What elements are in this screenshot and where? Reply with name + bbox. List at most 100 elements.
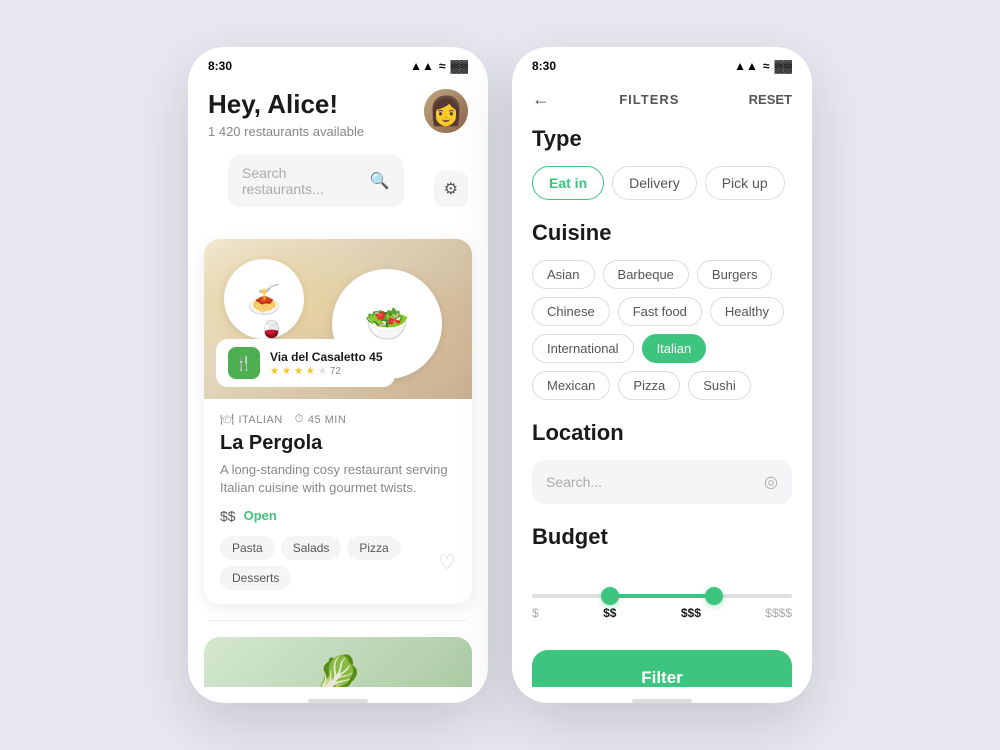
location-pin-icon: ◎ <box>764 472 778 492</box>
cuisine-meta: 🍽 ITALIAN <box>220 413 283 426</box>
bottom-indicator-1 <box>308 699 368 703</box>
type-delivery-button[interactable]: Delivery <box>612 166 697 200</box>
signal-icon: ▲▲ <box>410 59 434 73</box>
cuisine-section-title: Cuisine <box>532 220 792 246</box>
greeting-title: Hey, Alice! <box>208 89 364 120</box>
budget-label-three-dollar: $$$ <box>681 606 701 620</box>
bottom-indicator-2 <box>632 699 692 703</box>
card-divider <box>208 620 468 621</box>
budget-label-four-dollar: $$$$ <box>765 606 792 620</box>
review-count: 72 <box>330 366 341 377</box>
price-status-row: $$ Open <box>220 508 456 524</box>
star-empty: ★ <box>318 366 327 377</box>
overlay-restaurant-name: Via del Casaletto 45 <box>270 350 383 364</box>
star-3: ★ <box>294 366 303 377</box>
star-2: ★ <box>282 366 291 377</box>
cuisine-chip-chinese[interactable]: Chinese <box>532 297 610 326</box>
card-tags-row: Pasta Salads Pizza Desserts ♡ <box>220 536 456 590</box>
avatar-image <box>424 89 468 133</box>
restaurants-count: 1 420 restaurants available <box>208 124 364 139</box>
cuisine-chip-pizza[interactable]: Pizza <box>618 371 680 400</box>
restaurant-card-image: 🍝 🥗 🍷 🍴 Via del Casaletto 45 ★ ★ ★ <box>204 239 472 399</box>
search-placeholder-text: Search restaurants... <box>242 165 360 197</box>
reset-button[interactable]: RESET <box>749 92 792 107</box>
type-section-title: Type <box>532 126 792 152</box>
search-row: Search restaurants... 🔍 ⚙ <box>188 155 488 239</box>
card-meta: 🍽 ITALIAN ⏱ 45 MIN <box>220 413 456 426</box>
tag-chip-salads: Salads <box>281 536 342 560</box>
open-badge: Open <box>244 508 277 523</box>
search-bar[interactable]: Search restaurants... 🔍 <box>228 155 404 207</box>
cuisine-chip-barbeque[interactable]: Barbeque <box>603 260 689 289</box>
greeting-section: Hey, Alice! 1 420 restaurants available <box>208 89 364 139</box>
filter-header: ← FILTERS RESET <box>512 81 812 126</box>
cuisine-chip-burgers[interactable]: Burgers <box>697 260 773 289</box>
wifi-icon: ≈ <box>439 59 446 73</box>
status-time-2: 8:30 <box>532 59 556 73</box>
avatar[interactable] <box>424 89 468 133</box>
budget-fill <box>610 594 714 598</box>
search-icon: 🔍 <box>370 171 390 191</box>
battery-icon-2: ▓▓ <box>775 59 793 73</box>
star-half: ★ <box>306 366 315 377</box>
restaurant-card-1[interactable]: 🍝 🥗 🍷 🍴 Via del Casaletto 45 ★ ★ ★ <box>204 239 472 603</box>
budget-labels: $ $$ $$$ $$$$ <box>532 606 792 620</box>
status-icons-1: ▲▲ ≈ ▓▓ <box>410 59 468 73</box>
signal-icon-2: ▲▲ <box>734 59 758 73</box>
cuisine-chip-healthy[interactable]: Healthy <box>710 297 784 326</box>
budget-track <box>532 594 792 598</box>
location-section: Location Search... ◎ <box>512 420 812 524</box>
cuisine-chip-mexican[interactable]: Mexican <box>532 371 610 400</box>
main-header: Hey, Alice! 1 420 restaurants available <box>188 81 488 155</box>
filter-icon-button[interactable]: ⚙ <box>434 171 468 207</box>
star-1: ★ <box>270 366 279 377</box>
apply-filter-button[interactable]: Filter <box>532 650 792 687</box>
type-section: Type Eat in Delivery Pick up <box>512 126 812 220</box>
budget-thumb-left[interactable] <box>601 587 619 605</box>
tag-chip-pasta: Pasta <box>220 536 275 560</box>
tag-chip-pizza: Pizza <box>347 536 400 560</box>
budget-slider[interactable]: $ $$ $$$ $$$$ <box>532 564 792 630</box>
price-tag: $$ <box>220 508 236 524</box>
budget-label-dollar: $ <box>532 606 539 620</box>
tag-chip-desserts: Desserts <box>220 566 291 590</box>
budget-label-two-dollar: $$ <box>603 606 616 620</box>
budget-thumb-right[interactable] <box>705 587 723 605</box>
restaurant-logo: 🍴 <box>228 347 260 379</box>
budget-section: Budget $ $$ $$$ $$$$ <box>512 524 812 650</box>
status-icons-2: ▲▲ ≈ ▓▓ <box>734 59 792 73</box>
cuisine-tags-list: Pasta Salads Pizza Desserts <box>220 536 438 590</box>
filter-screen-phone: 8:30 ▲▲ ≈ ▓▓ ← FILTERS RESET Type Eat in… <box>512 47 812 703</box>
type-eat-in-button[interactable]: Eat in <box>532 166 604 200</box>
location-section-title: Location <box>532 420 792 446</box>
restaurant-card-2-image: 🥬 <box>204 637 472 687</box>
wifi-icon-2: ≈ <box>763 59 770 73</box>
type-buttons-group: Eat in Delivery Pick up <box>532 166 792 200</box>
card-overlay-info: Via del Casaletto 45 ★ ★ ★ ★ ★ 72 <box>270 350 383 377</box>
type-pickup-button[interactable]: Pick up <box>705 166 785 200</box>
favorite-button[interactable]: ♡ <box>438 550 456 575</box>
cuisine-chip-international[interactable]: International <box>532 334 634 363</box>
restaurant-name: La Pergola <box>220 432 456 455</box>
cuisine-chips-group: Asian Barbeque Burgers Chinese Fast food… <box>532 260 792 400</box>
star-rating: ★ ★ ★ ★ ★ 72 <box>270 366 383 377</box>
cuisine-chip-fastfood[interactable]: Fast food <box>618 297 702 326</box>
status-time-1: 8:30 <box>208 59 232 73</box>
card-overlay: 🍴 Via del Casaletto 45 ★ ★ ★ ★ ★ 72 <box>216 339 395 387</box>
back-button[interactable]: ← <box>532 89 550 110</box>
cuisine-section: Cuisine Asian Barbeque Burgers Chinese F… <box>512 220 812 420</box>
cuisine-chip-asian[interactable]: Asian <box>532 260 595 289</box>
location-search-bar[interactable]: Search... ◎ <box>532 460 792 504</box>
status-bar-2: 8:30 ▲▲ ≈ ▓▓ <box>512 47 812 81</box>
card-info: 🍽 ITALIAN ⏱ 45 MIN La Pergola A long-sta… <box>204 399 472 603</box>
filter-screen-title: FILTERS <box>619 92 679 107</box>
battery-icon: ▓▓ <box>451 59 469 73</box>
restaurant-description: A long-standing cosy restaurant serving … <box>220 461 456 497</box>
budget-section-title: Budget <box>532 524 792 550</box>
location-placeholder: Search... <box>546 474 754 490</box>
cuisine-chip-sushi[interactable]: Sushi <box>688 371 751 400</box>
status-bar-1: 8:30 ▲▲ ≈ ▓▓ <box>188 47 488 81</box>
main-screen-phone: 8:30 ▲▲ ≈ ▓▓ Hey, Alice! 1 420 restauran… <box>188 47 488 703</box>
cuisine-chip-italian[interactable]: Italian <box>642 334 707 363</box>
time-meta: ⏱ 45 MIN <box>295 413 347 426</box>
